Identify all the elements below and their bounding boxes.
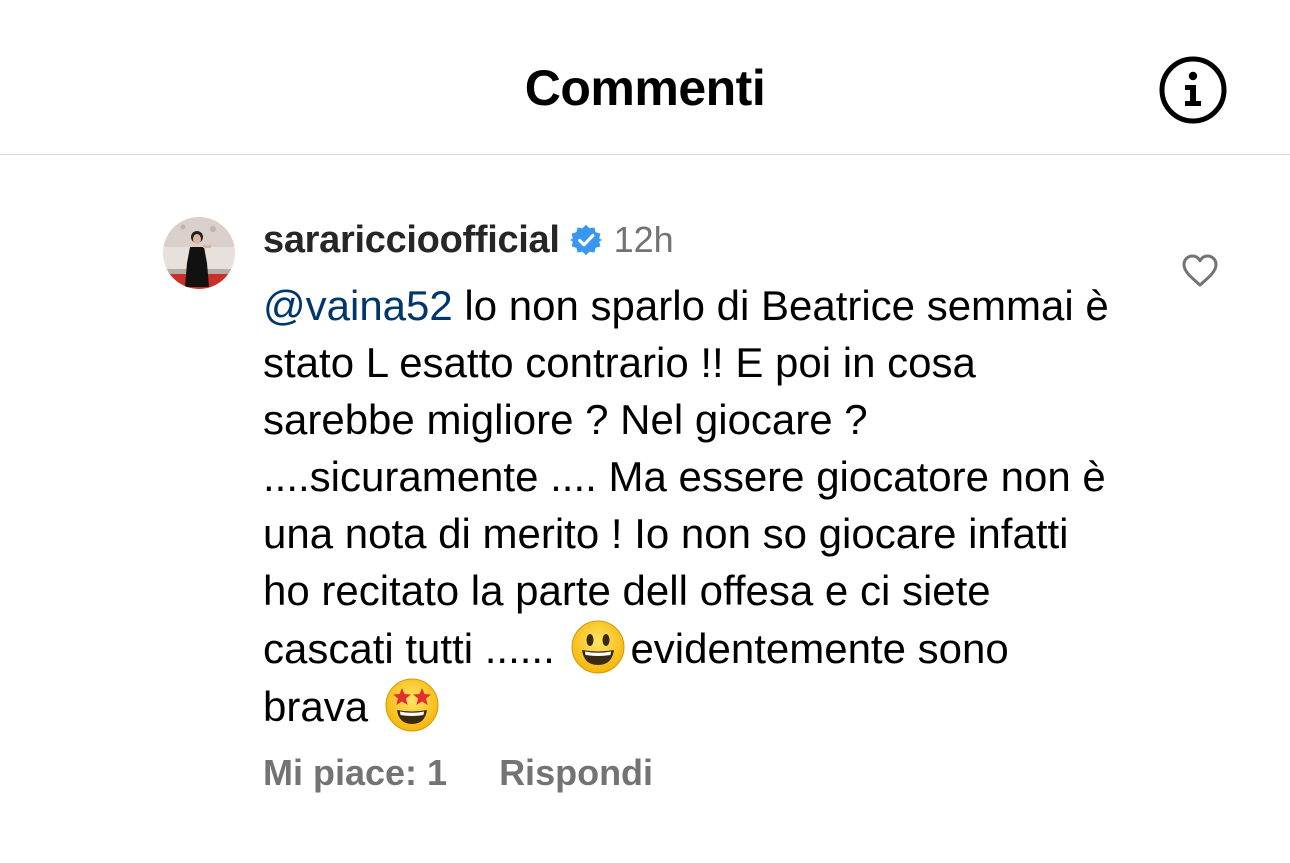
info-icon[interactable]	[1159, 56, 1227, 124]
mention-link[interactable]: @vaina52	[263, 282, 453, 329]
smiley-face-emoji-icon	[570, 619, 626, 675]
comment-text-part-1: lo non sparlo di Beatrice semmai è stato…	[263, 282, 1121, 672]
comment-timestamp: 12h	[613, 219, 674, 260]
comment-header: sarariccioofficial 12h	[263, 213, 1123, 267]
comment: sarariccioofficial 12h @vaina52 lo non s…	[263, 213, 1123, 735]
heart-outline-icon[interactable]	[1181, 252, 1219, 290]
avatar[interactable]	[163, 217, 235, 289]
comment-text: @vaina52 lo non sparlo di Beatrice semma…	[263, 277, 1123, 735]
star-struck-emoji-icon	[384, 677, 440, 733]
reply-button[interactable]: Rispondi	[499, 752, 653, 794]
comment-actions: Mi piace: 1 Rispondi	[263, 752, 653, 794]
username[interactable]: sarariccioofficial	[263, 219, 560, 262]
verified-badge-icon	[569, 224, 602, 256]
page-title: Commenti	[524, 60, 766, 116]
comments-header: Commenti	[0, 0, 1290, 155]
likes-count[interactable]: Mi piace: 1	[263, 752, 447, 794]
